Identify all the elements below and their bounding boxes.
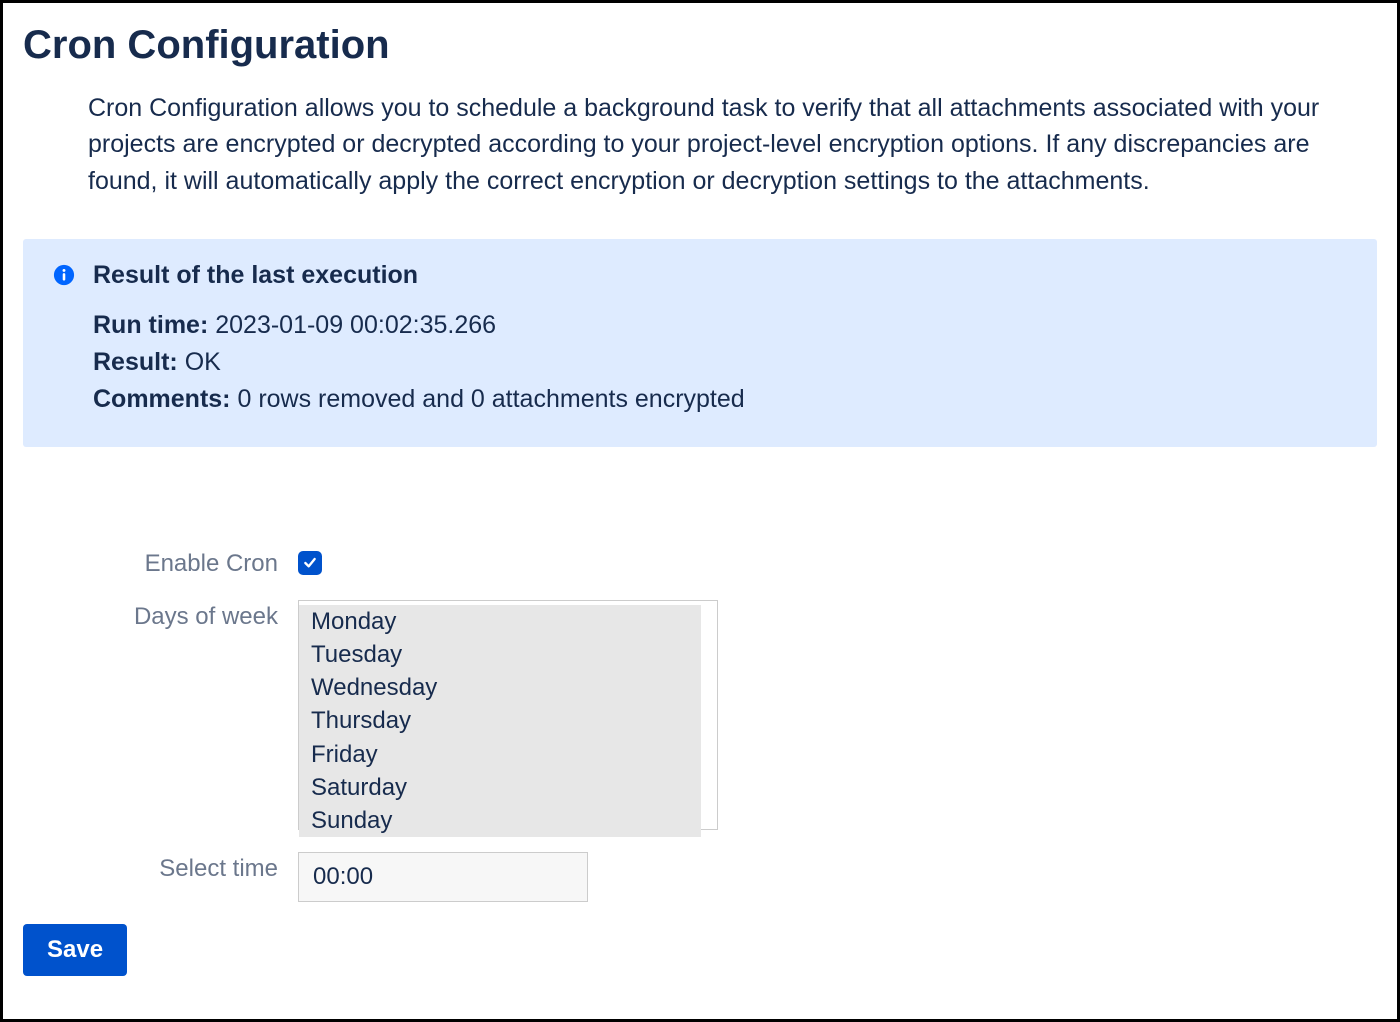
comments-value: 0 rows removed and 0 attachments encrypt… xyxy=(237,385,744,413)
day-option[interactable]: Monday xyxy=(299,605,701,638)
info-icon xyxy=(53,264,75,286)
comments-row: Comments: 0 rows removed and 0 attachmen… xyxy=(93,382,1347,417)
result-row: Result: OK xyxy=(93,345,1347,380)
select-time-input[interactable] xyxy=(298,852,588,902)
enable-cron-label: Enable Cron xyxy=(103,547,278,578)
day-option[interactable]: Saturday xyxy=(299,771,701,804)
days-of-week-select[interactable]: Monday Tuesday Wednesday Thursday Friday… xyxy=(298,600,718,830)
info-panel-title: Result of the last execution xyxy=(93,261,418,290)
day-option[interactable]: Wednesday xyxy=(299,671,701,704)
day-option[interactable]: Thursday xyxy=(299,704,701,737)
runtime-label: Run time: xyxy=(93,311,208,339)
comments-label: Comments: xyxy=(93,385,231,413)
page-title: Cron Configuration xyxy=(23,23,1377,68)
cron-form: Enable Cron Days of week Monday Tuesday … xyxy=(103,547,1377,902)
select-time-label: Select time xyxy=(103,852,278,883)
save-button[interactable]: Save xyxy=(23,924,127,976)
result-label: Result: xyxy=(93,348,178,376)
day-option[interactable]: Sunday xyxy=(299,804,701,837)
day-option[interactable]: Tuesday xyxy=(299,638,701,671)
check-icon xyxy=(302,555,318,571)
runtime-row: Run time: 2023-01-09 00:02:35.266 xyxy=(93,308,1347,343)
runtime-value: 2023-01-09 00:02:35.266 xyxy=(215,311,496,339)
day-option[interactable]: Friday xyxy=(299,738,701,771)
days-of-week-label: Days of week xyxy=(103,600,278,631)
scrollbar-track[interactable] xyxy=(701,601,717,804)
enable-cron-checkbox[interactable] xyxy=(298,551,322,575)
result-value: OK xyxy=(185,348,221,376)
page-description: Cron Configuration allows you to schedul… xyxy=(88,90,1347,199)
last-execution-panel: Result of the last execution Run time: 2… xyxy=(23,239,1377,447)
